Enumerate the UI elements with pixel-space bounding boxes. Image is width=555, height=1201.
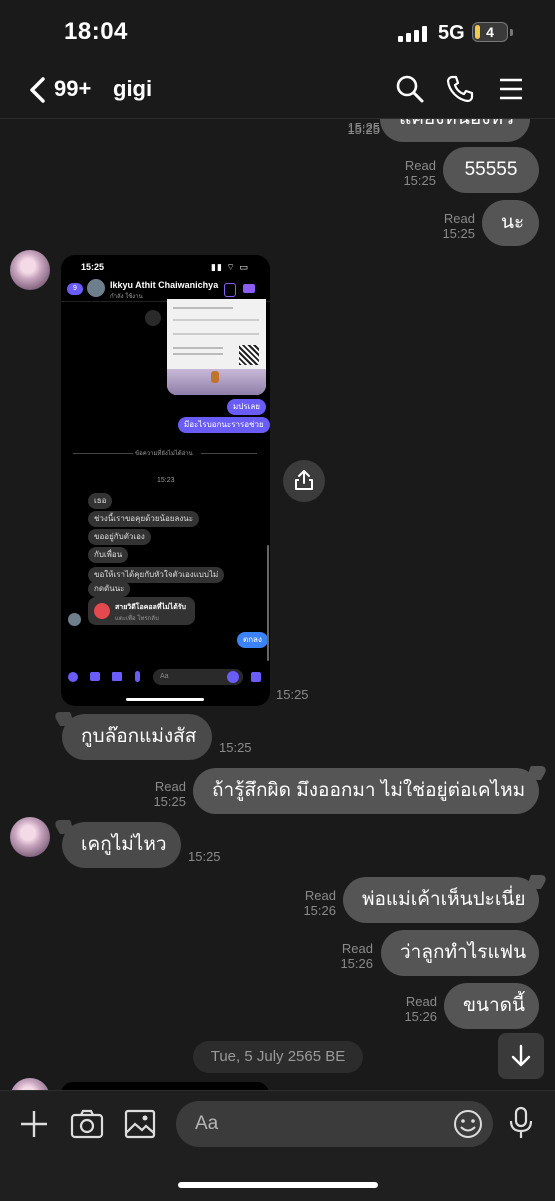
battery-icon: 4 <box>472 22 508 42</box>
shot-received-msg: กดดันนะ <box>88 581 131 597</box>
shot-contact-name: Ikkyu Athit Chaiwanichya <box>110 280 219 290</box>
shot-received-msg: เธอ <box>88 493 113 509</box>
camera-icon[interactable] <box>70 1108 104 1140</box>
home-indicator <box>178 1182 378 1188</box>
shot-received-msg: ขออยู่กับตัวเอง <box>88 529 151 545</box>
message-bubble[interactable]: นะ <box>482 200 539 246</box>
shot-sent-msg: มีอะไรบอกนะรารอช่วย <box>178 417 270 433</box>
read-status: Read <box>404 158 436 173</box>
message-time: 15:25 <box>276 687 309 702</box>
shot-status-time: 15:25 <box>81 262 105 272</box>
avatar[interactable] <box>10 817 50 857</box>
shot-divider-line <box>201 453 257 454</box>
header-cover: 99+ gigi <box>0 62 555 119</box>
message-time: 15:26 <box>340 956 373 971</box>
avatar[interactable] <box>10 250 50 290</box>
message-bubble[interactable]: เคกูไม่ไหว <box>62 822 181 868</box>
signal-icon <box>398 26 430 42</box>
message-bubble[interactable]: กูบล๊อกแม่งสัส <box>62 714 212 760</box>
read-status: Read <box>304 888 336 903</box>
message-bubble[interactable]: พ่อแม่เค้าเห็นปะเนี่ย <box>343 877 539 923</box>
shot-time-label: 15:23 <box>157 477 175 484</box>
status-time: 18:04 <box>64 18 128 45</box>
read-receipt: Read 15:25 <box>388 158 436 188</box>
shot-receipt-image <box>167 299 266 395</box>
shot-sent-msg: มปรเลย <box>227 399 266 415</box>
arrow-down-icon <box>511 1044 531 1067</box>
shot-unread-divider: ข้อความที่ยังไม่ได้อ่าน <box>135 451 193 457</box>
message-bubble[interactable]: ขนาดนี้ <box>444 983 539 1029</box>
emoji-icon[interactable] <box>453 1109 483 1139</box>
shot-sent-msg: ตกลง <box>237 632 268 648</box>
read-status: Read <box>405 994 437 1009</box>
message-time: 15:26 <box>303 903 336 918</box>
shot-divider-line <box>73 453 133 454</box>
message-time: 15:25 <box>219 740 252 755</box>
message-input[interactable]: Aa <box>176 1101 493 1147</box>
shot-avatar <box>87 279 105 297</box>
shot-video-icon <box>243 284 255 293</box>
message-bubble[interactable]: ถ้ารู้สึกผิด มึงออกมา ไม่ใช่อยู่ต่อเคไหม <box>193 768 539 814</box>
shot-status-icons: ▮▮ ⌔ ▭ <box>211 262 249 272</box>
contact-name[interactable]: gigi <box>113 76 152 102</box>
microphone-icon[interactable] <box>508 1106 534 1140</box>
shot-phone-icon <box>224 283 236 297</box>
read-status: Read <box>443 211 475 226</box>
shot-composer: Aa <box>68 669 263 685</box>
message-time: 15:25 <box>188 849 221 864</box>
chevron-left-icon[interactable] <box>28 77 48 103</box>
menu-icon[interactable] <box>496 74 526 104</box>
shot-received-msg: กับเพื่อน <box>88 547 129 563</box>
read-status: Read <box>154 779 186 794</box>
read-receipt: Read 15:25 <box>138 779 186 809</box>
shot-share-icon <box>145 310 161 326</box>
shot-contact-status: กำลัง ใช้งาน <box>110 294 143 300</box>
plus-icon[interactable] <box>18 1108 50 1140</box>
shot-received-msg: ช่วงนี้เราขอคุยด้วยน้อยลงนะ <box>88 511 200 527</box>
read-receipt: Read 15:26 <box>389 994 437 1024</box>
shot-avatar-small <box>68 613 81 626</box>
read-receipt: Read 15:25 <box>427 211 475 241</box>
read-status: Read <box>341 941 373 956</box>
message-time: 15:26 <box>404 1009 437 1024</box>
shot-missed-call: สายวิดีโอคอลที่ไม่ได้รับ แตะเพื่อ โทรกลั… <box>88 597 195 625</box>
gallery-icon[interactable] <box>124 1109 156 1139</box>
message-time: 15:25 <box>403 173 436 188</box>
message-bubble[interactable]: ว่าลูกทำไรแฟน <box>381 930 539 976</box>
date-divider: Tue, 5 July 2565 BE <box>193 1041 363 1073</box>
back-button-count[interactable]: 99+ <box>54 76 91 102</box>
shot-home-indicator <box>126 698 204 701</box>
battery-level: 4 <box>486 24 494 40</box>
read-receipt: Read 15:26 <box>325 941 373 971</box>
share-icon <box>295 470 313 490</box>
network-type: 5G <box>438 22 465 44</box>
share-button[interactable] <box>283 460 325 502</box>
message-input-placeholder: Aa <box>195 1113 219 1134</box>
shared-screenshot[interactable]: 15:25 ▮▮ ⌔ ▭ 9 Ikkyu Athit Chaiwanichya … <box>61 255 270 706</box>
shot-back-badge: 9 <box>67 283 83 295</box>
battery-nub <box>510 29 513 36</box>
scroll-to-bottom-button[interactable] <box>498 1033 544 1079</box>
search-icon[interactable] <box>395 74 425 104</box>
shot-missed-call-sub: แตะเพื่อ โทรกลับ <box>115 616 159 622</box>
shot-scrollbar <box>267 545 269 661</box>
message-time: 15:25 <box>153 794 186 809</box>
message-time: 15:25 <box>347 120 380 135</box>
read-receipt: Read 15:26 <box>288 888 336 918</box>
message-bubble[interactable]: 55555 <box>443 147 539 193</box>
phone-icon[interactable] <box>445 74 475 104</box>
shot-missed-call-label: สายวิดีโอคอลที่ไม่ได้รับ <box>115 604 186 611</box>
message-time: 15:25 <box>442 226 475 241</box>
